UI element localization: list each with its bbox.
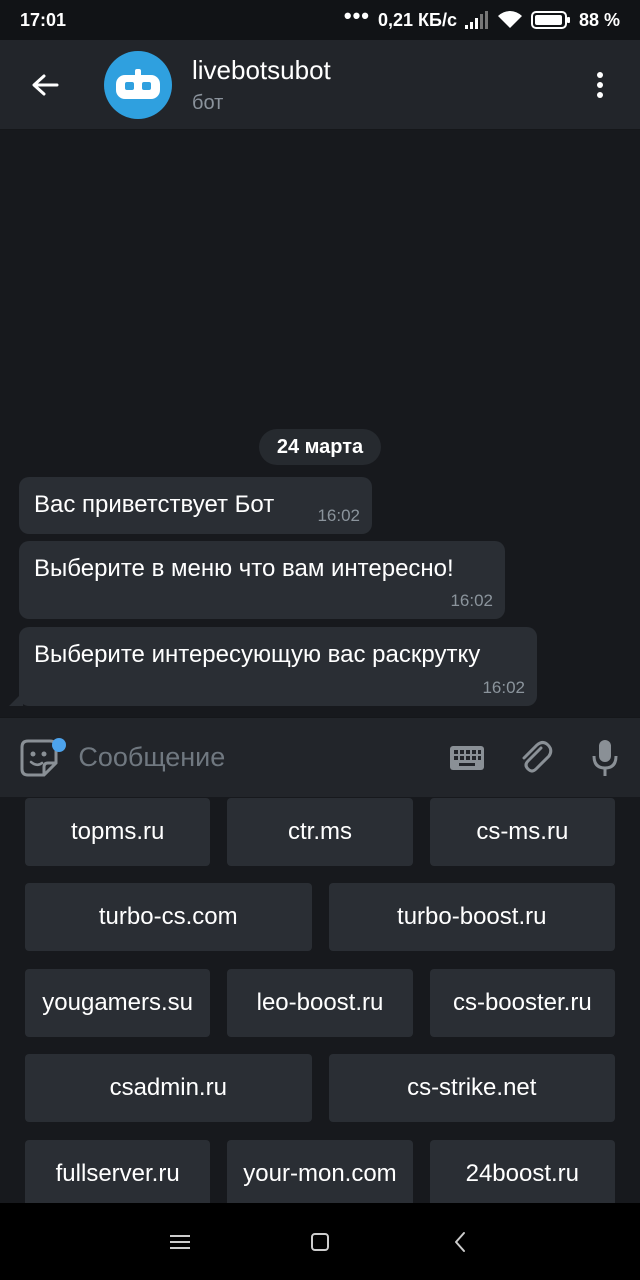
back-button[interactable] xyxy=(0,40,90,130)
paperclip-icon xyxy=(522,740,553,772)
bot-button-turbo-cs[interactable]: turbo-cs.com xyxy=(25,883,312,951)
message-time: 16:02 xyxy=(482,678,525,697)
keyboard-icon xyxy=(449,745,484,770)
battery-percent: 88 % xyxy=(578,9,620,30)
bot-button-leo-boost[interactable]: leo-boost.ru xyxy=(227,969,413,1037)
robot-icon xyxy=(116,68,160,99)
message-text: Выберите интересующую вас раскрутку xyxy=(34,641,481,668)
recents-button[interactable] xyxy=(160,1222,200,1262)
unread-dot xyxy=(52,737,66,752)
voice-button[interactable] xyxy=(571,718,640,798)
signal-icon xyxy=(464,11,488,29)
bot-button-topms[interactable]: topms.ru xyxy=(25,798,211,866)
home-square-icon xyxy=(311,1232,329,1251)
sticker-button[interactable] xyxy=(0,718,78,798)
message-composer xyxy=(0,717,640,797)
bot-button-turbo-boost[interactable]: turbo-boost.ru xyxy=(328,883,615,951)
home-button[interactable] xyxy=(300,1222,340,1262)
keyboard-row: fullserver.ru your-mon.com 24boost.ru xyxy=(25,1140,615,1203)
wifi-icon xyxy=(497,11,522,28)
keyboard-row: yougamers.su leo-boost.ru cs-booster.ru xyxy=(25,969,615,1037)
message-bubble[interactable]: Вас приветствует Бот 16:02 xyxy=(19,477,372,534)
status-bar: 17:01 ••• 0,21 КБ/с 88 % xyxy=(0,0,640,40)
arrow-left-icon xyxy=(32,74,59,95)
keyboard-toggle-button[interactable] xyxy=(432,718,501,798)
bot-button-ctr-ms[interactable]: ctr.ms xyxy=(227,798,413,866)
message-time: 16:02 xyxy=(317,506,360,525)
message-text: Вас приветствует Бот xyxy=(34,491,275,518)
keyboard-row: topms.ru ctr.ms cs-ms.ru xyxy=(25,798,615,866)
message-time: 16:02 xyxy=(450,591,493,610)
chat-title-block[interactable]: livebotsubot бот xyxy=(192,55,560,115)
chat-subtitle: бот xyxy=(192,91,224,114)
bot-button-cs-booster[interactable]: cs-booster.ru xyxy=(429,969,615,1037)
message-list[interactable]: 24 марта Вас приветствует Бот 16:02 Выбе… xyxy=(0,131,640,717)
menu-lines-icon xyxy=(170,1234,190,1249)
bot-button-yougamers[interactable]: yougamers.su xyxy=(25,969,211,1037)
notification-dots-icon: ••• xyxy=(343,3,370,28)
battery-icon xyxy=(530,11,570,29)
net-speed: 0,21 КБ/с xyxy=(377,9,457,30)
message-text: Выберите в меню что вам интересно! xyxy=(34,555,454,582)
bot-button-csadmin[interactable]: csadmin.ru xyxy=(25,1054,312,1122)
keyboard-row: csadmin.ru cs-strike.net xyxy=(25,1054,615,1122)
bot-button-24boost[interactable]: 24boost.ru xyxy=(429,1140,615,1203)
keyboard-row: turbo-cs.com turbo-boost.ru xyxy=(25,883,615,951)
microphone-icon xyxy=(592,739,618,776)
status-time: 17:01 xyxy=(20,9,67,30)
bot-button-cs-ms[interactable]: cs-ms.ru xyxy=(429,798,615,866)
chat-header: livebotsubot бот xyxy=(0,40,640,130)
message-bubble[interactable]: Выберите интересующую вас раскрутку 16:0… xyxy=(19,627,537,706)
bot-button-fullserver[interactable]: fullserver.ru xyxy=(25,1140,211,1203)
more-options-button[interactable] xyxy=(560,40,640,130)
chevron-left-icon xyxy=(455,1231,465,1252)
date-chip: 24 марта xyxy=(259,429,381,465)
attach-button[interactable] xyxy=(502,718,571,798)
bot-button-your-mon[interactable]: your-mon.com xyxy=(227,1140,413,1203)
avatar[interactable] xyxy=(104,50,172,119)
bot-button-cs-strike[interactable]: cs-strike.net xyxy=(328,1054,615,1122)
bot-keyboard: topms.ru ctr.ms cs-ms.ru turbo-cs.com tu… xyxy=(0,797,640,1203)
message-bubble[interactable]: Выберите в меню что вам интересно! 16:02 xyxy=(19,541,505,619)
chat-title: livebotsubot xyxy=(192,54,331,85)
message-input[interactable] xyxy=(78,742,433,773)
system-nav-bar xyxy=(0,1203,640,1280)
more-vertical-icon xyxy=(597,71,603,98)
system-back-button[interactable] xyxy=(440,1222,480,1262)
